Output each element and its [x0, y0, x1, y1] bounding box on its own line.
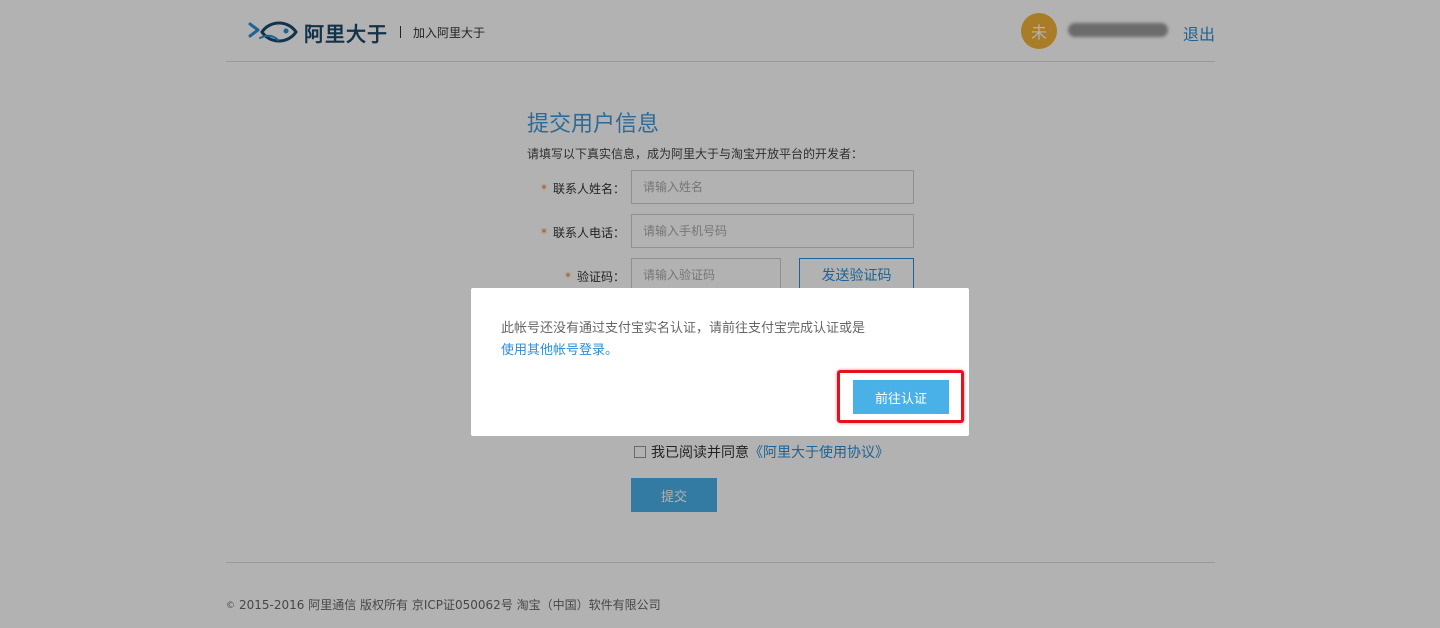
modal-message: 此帐号还没有通过支付宝实名认证，请前往支付宝完成认证或是 使用其他帐号登录。: [501, 318, 921, 362]
verification-modal: 此帐号还没有通过支付宝实名认证，请前往支付宝完成认证或是 使用其他帐号登录。 前…: [471, 288, 969, 436]
use-other-account-link[interactable]: 使用其他帐号登录。: [501, 340, 921, 362]
go-verify-button[interactable]: 前往认证: [853, 380, 949, 414]
modal-message-text: 此帐号还没有通过支付宝实名认证，请前往支付宝完成认证或是: [501, 321, 866, 336]
page: 阿里大于 加入阿里大于 未 退出 提交用户信息 请填写以下真实信息，成为阿里大于…: [0, 0, 1440, 628]
